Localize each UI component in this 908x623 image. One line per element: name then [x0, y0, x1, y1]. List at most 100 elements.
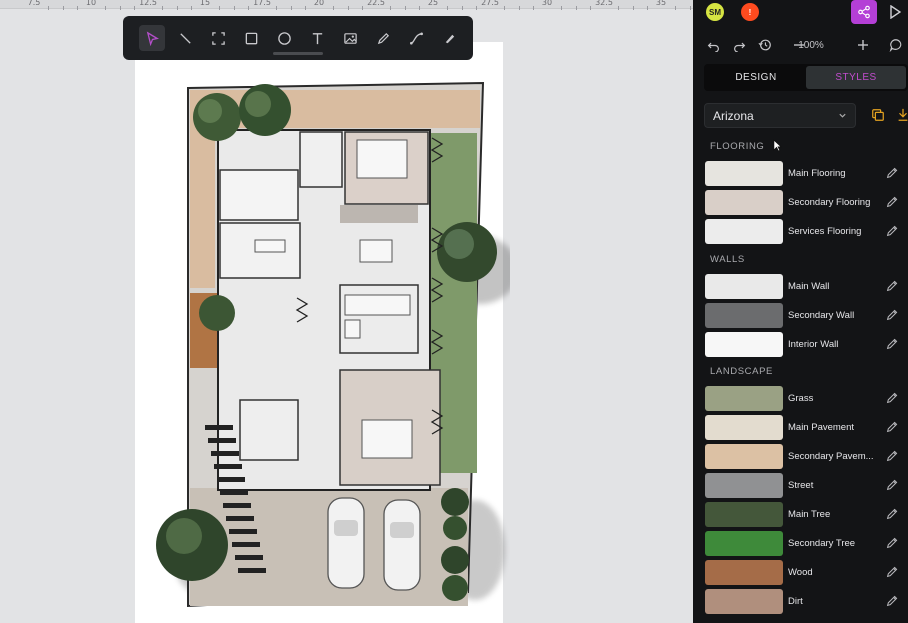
- edit-pencil-icon[interactable]: [885, 391, 899, 405]
- material-label: Secondary Wall: [788, 310, 855, 321]
- material-swatch[interactable]: [705, 303, 783, 328]
- download-icon[interactable]: [897, 108, 908, 122]
- chevron-down-icon: [839, 113, 846, 118]
- ruler-tick-mark: [162, 6, 164, 10]
- material-swatch[interactable]: [705, 589, 783, 614]
- material-label: Secondary Flooring: [788, 197, 871, 208]
- style-row-flooring[interactable]: Main Flooring: [705, 160, 903, 187]
- ruler-tick-mark: [646, 6, 648, 10]
- material-swatch[interactable]: [705, 161, 783, 186]
- style-row-landscape[interactable]: Main Pavement: [705, 414, 903, 441]
- mode-tabs: DESIGN STYLES: [704, 64, 908, 91]
- curve-tool-button[interactable]: [403, 25, 429, 51]
- style-row-flooring[interactable]: Services Flooring: [705, 218, 903, 245]
- material-swatch[interactable]: [705, 502, 783, 527]
- ruler-tick-mark: [632, 6, 634, 10]
- edit-pencil-icon[interactable]: [885, 449, 899, 463]
- ruler-tick-mark: [347, 6, 349, 10]
- material-swatch[interactable]: [705, 332, 783, 357]
- user-avatar-notification[interactable]: !: [741, 3, 759, 21]
- text-tool-button[interactable]: [304, 25, 330, 51]
- ruler-tick-mark: [390, 6, 392, 10]
- material-swatch[interactable]: [705, 531, 783, 556]
- user-avatar-sm[interactable]: SM: [706, 3, 724, 21]
- material-swatch[interactable]: [705, 560, 783, 585]
- ruler-tick-mark: [105, 6, 107, 10]
- tab-design[interactable]: DESIGN: [706, 66, 806, 89]
- edit-pencil-icon[interactable]: [885, 478, 899, 492]
- edit-pencil-icon[interactable]: [885, 507, 899, 521]
- style-row-walls[interactable]: Secondary Wall: [705, 302, 903, 329]
- style-row-flooring[interactable]: Secondary Flooring: [705, 189, 903, 216]
- edit-pencil-icon[interactable]: [885, 279, 899, 293]
- material-label: Main Pavement: [788, 422, 855, 433]
- material-swatch[interactable]: [705, 415, 783, 440]
- ruler-tick-mark: [361, 6, 363, 10]
- image-tool-button[interactable]: [337, 25, 363, 51]
- material-swatch[interactable]: [705, 274, 783, 299]
- style-row-landscape[interactable]: Secondary Pavem...: [705, 443, 903, 470]
- material-label: Main Flooring: [788, 168, 846, 179]
- design-canvas[interactable]: 7.5 10 12.5 15 17.5 20 22.5 25 27.5 30 32.5 35: [0, 0, 693, 623]
- ruler-tick-label: 32.5: [595, 0, 613, 7]
- style-row-walls[interactable]: Interior Wall: [705, 331, 903, 358]
- style-preset-value: Arizona: [713, 108, 754, 123]
- image-icon: [343, 32, 357, 44]
- style-row-landscape[interactable]: Dirt: [705, 588, 903, 615]
- ruler-tick-label: 35: [655, 0, 667, 7]
- ruler-tick-mark: [76, 6, 78, 10]
- ruler-tick-mark: [589, 6, 591, 10]
- share-button[interactable]: [851, 0, 877, 24]
- material-swatch[interactable]: [705, 386, 783, 411]
- frame-tool-button[interactable]: [205, 25, 231, 51]
- toolbar-drag-handle[interactable]: [273, 52, 323, 55]
- duplicate-icon[interactable]: [871, 108, 885, 122]
- section-header-flooring: FLOORING: [710, 141, 765, 152]
- edit-pencil-icon[interactable]: [885, 594, 899, 608]
- edit-pencil-icon[interactable]: [885, 195, 899, 209]
- tab-styles[interactable]: STYLES: [806, 66, 906, 89]
- ruler-tick-mark: [689, 6, 691, 10]
- material-label: Secondary Pavem...: [788, 451, 874, 462]
- brush-tool-button[interactable]: [436, 25, 462, 51]
- edit-pencil-icon[interactable]: [885, 224, 899, 238]
- edit-pencil-icon[interactable]: [885, 536, 899, 550]
- style-row-landscape[interactable]: Wood: [705, 559, 903, 586]
- material-swatch[interactable]: [705, 219, 783, 244]
- style-row-landscape[interactable]: Main Tree: [705, 501, 903, 528]
- select-tool-button[interactable]: [139, 25, 165, 51]
- ruler-tick-mark: [404, 6, 406, 10]
- floor-plan-illustration[interactable]: [150, 80, 510, 615]
- comment-icon[interactable]: [887, 36, 905, 54]
- style-preset-select[interactable]: Arizona: [704, 103, 856, 128]
- ruler-tick-mark: [190, 6, 192, 10]
- material-swatch[interactable]: [705, 473, 783, 498]
- style-row-landscape[interactable]: Grass: [705, 385, 903, 412]
- edit-pencil-icon[interactable]: [885, 308, 899, 322]
- ruler-tick-mark: [618, 6, 620, 10]
- undo-icon[interactable]: [704, 36, 722, 54]
- history-icon[interactable]: [756, 36, 774, 54]
- ruler-tick-label: 20: [313, 0, 325, 7]
- line-tool-button[interactable]: [172, 25, 198, 51]
- ruler-tick-mark: [475, 6, 477, 10]
- edit-pencil-icon[interactable]: [885, 565, 899, 579]
- zoom-in-icon[interactable]: [854, 36, 872, 54]
- zoom-level[interactable]: 100%: [798, 40, 824, 51]
- edit-pencil-icon[interactable]: [885, 337, 899, 351]
- ellipse-tool-button[interactable]: [271, 25, 297, 51]
- style-row-walls[interactable]: Main Wall: [705, 273, 903, 300]
- ruler-tick-label: 15: [199, 0, 211, 7]
- edit-pencil-icon[interactable]: [885, 420, 899, 434]
- square-icon: [245, 32, 257, 44]
- rectangle-tool-button[interactable]: [238, 25, 264, 51]
- style-row-landscape[interactable]: Street: [705, 472, 903, 499]
- play-icon[interactable]: [889, 5, 901, 19]
- pen-tool-button[interactable]: [370, 25, 396, 51]
- material-label: Services Flooring: [788, 226, 862, 237]
- redo-icon[interactable]: [730, 36, 748, 54]
- edit-pencil-icon[interactable]: [885, 166, 899, 180]
- style-row-landscape[interactable]: Secondary Tree: [705, 530, 903, 557]
- material-swatch[interactable]: [705, 190, 783, 215]
- material-swatch[interactable]: [705, 444, 783, 469]
